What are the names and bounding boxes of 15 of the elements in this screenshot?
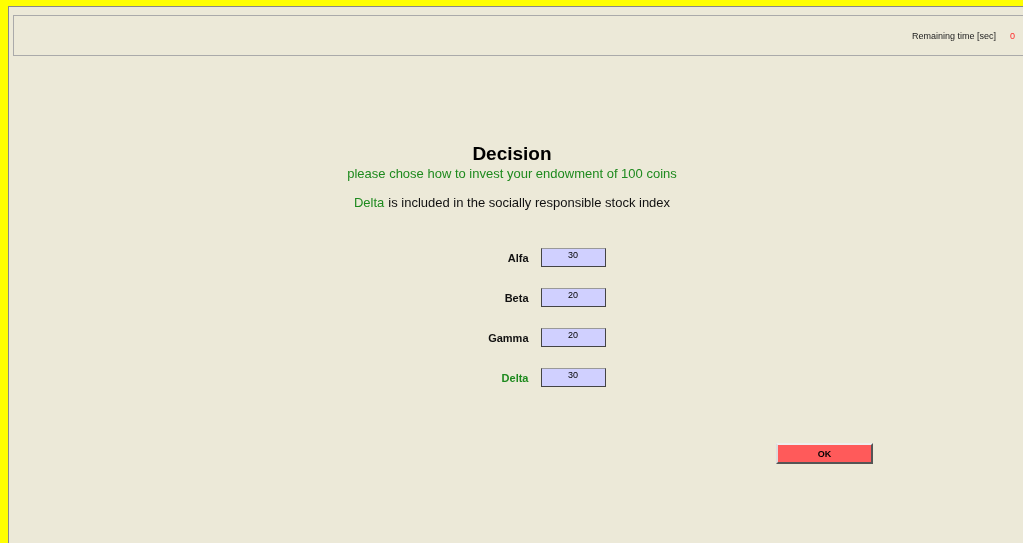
remaining-time-label: Remaining time [sec] [911, 30, 996, 41]
amount-field[interactable]: 30 [540, 368, 606, 387]
highlighted-asset-name: Delta [353, 195, 385, 210]
ok-button[interactable]: OK [776, 443, 873, 464]
decision-title: Decision [472, 143, 552, 165]
amount-field[interactable]: 30 [540, 248, 606, 267]
asset-label: Gamma [487, 331, 529, 344]
info-text: is included in the socially responsible stock index [388, 195, 671, 210]
asset-label: Beta [503, 291, 529, 304]
asset-label: Alfa [506, 251, 529, 264]
amount-field[interactable]: 20 [540, 288, 606, 307]
remaining-time-value: 0 [1010, 30, 1015, 41]
instruction-text: please chose how to invest your endowment of 100 coins [347, 166, 677, 181]
amount-field[interactable]: 20 [540, 328, 606, 347]
asset-label: Delta [500, 371, 529, 384]
